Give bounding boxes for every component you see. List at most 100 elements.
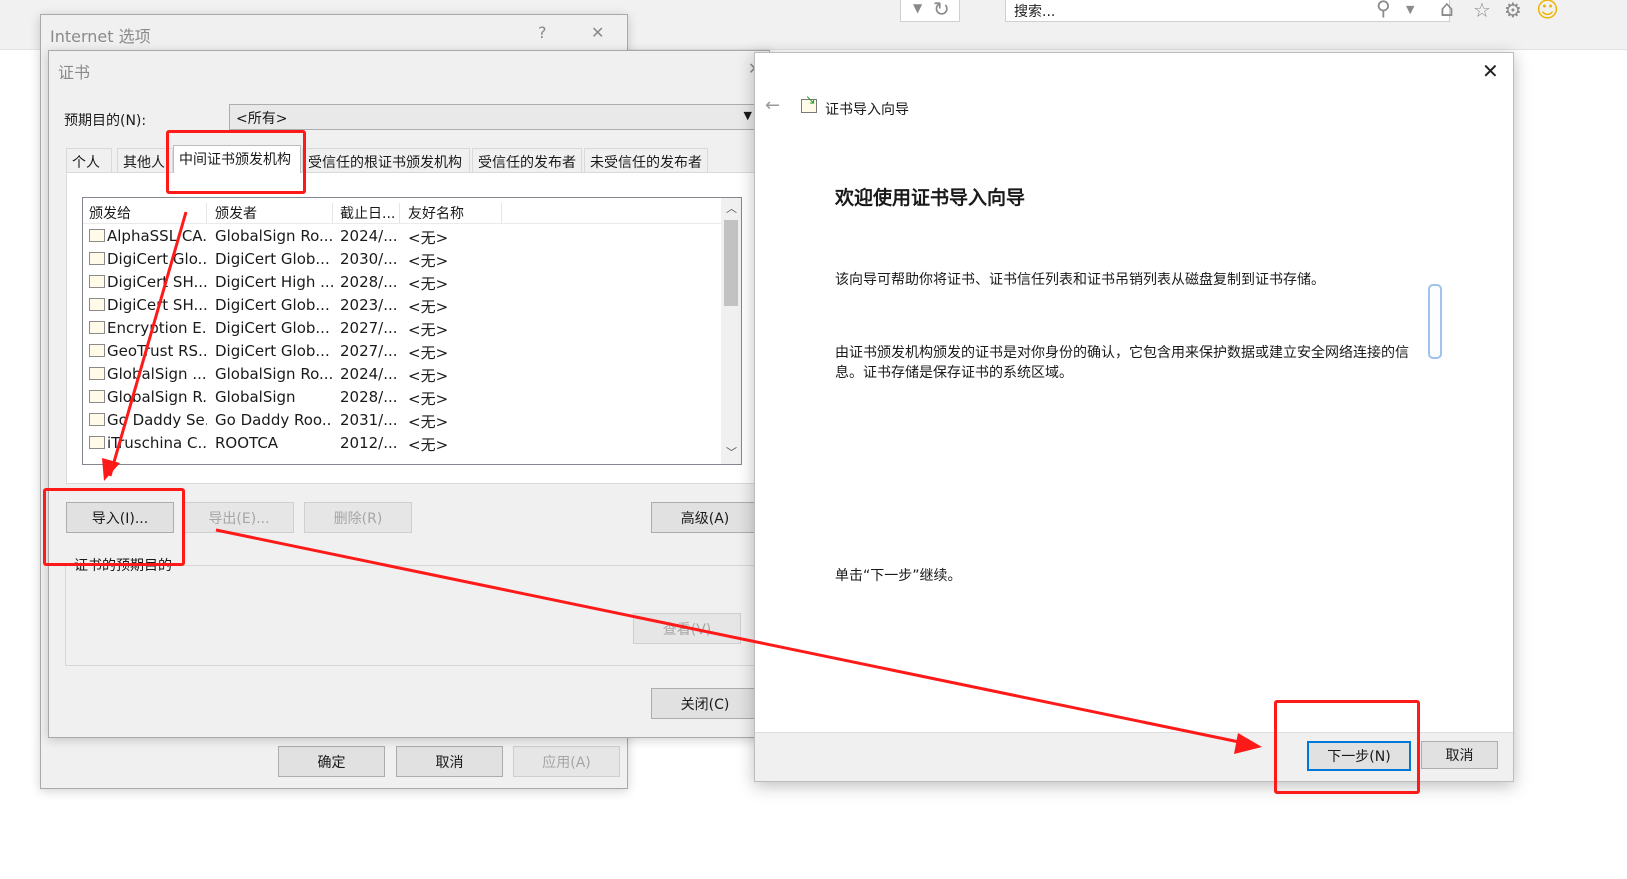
cell-text: <无> — [408, 367, 449, 385]
remove-button[interactable]: 删除(R) — [304, 502, 412, 533]
address-bar-end[interactable]: ▼ ↻ — [900, 0, 960, 22]
internet-options-close-button[interactable]: ✕ — [591, 23, 604, 42]
help-button[interactable]: ? — [538, 23, 547, 42]
cell-text: 2023/... — [340, 296, 398, 314]
cell-friendly-name: <无> — [408, 319, 502, 340]
cell-text: <无> — [408, 298, 449, 316]
cell-issued-to: iTruschina C... — [89, 434, 207, 452]
export-button[interactable]: 导出(E)... — [184, 502, 294, 533]
wizard-paragraph-1: 该向导可帮助你将证书、证书信任列表和证书吊销列表从磁盘复制到证书存储。 — [835, 272, 1325, 288]
import-wizard-window: ✕ ← ↘ 证书导入向导 欢迎使用证书导入向导 该向导可帮助你将证书、证书信任列… — [754, 52, 1514, 782]
tab-intermediate-ca[interactable]: 中间证书颁发机构 — [173, 145, 301, 173]
apply-button[interactable]: 应用(A) — [513, 746, 620, 777]
wizard-paragraph-3: 单击“下一步”继续。 — [835, 568, 962, 584]
cell-text: <无> — [408, 275, 449, 293]
cell-text: 2028/... — [340, 388, 398, 406]
view-button[interactable]: 查看(V) — [633, 613, 741, 644]
cell-friendly-name: <无> — [408, 227, 502, 248]
tab-other-people[interactable]: 其他人 — [117, 148, 173, 172]
cell-issued-to: DigiCert SH... — [89, 273, 207, 291]
scrollbar-thumb[interactable] — [724, 220, 738, 306]
table-row[interactable]: GlobalSign R... GlobalSign 2028/... <无> — [83, 387, 721, 410]
scroll-down-icon[interactable]: ﹀ — [726, 444, 737, 460]
table-row[interactable]: AlphaSSL CA... GlobalSign Ro... 2024/... <无… — [83, 226, 721, 249]
cell-text: 2030/... — [340, 250, 398, 268]
column-issued-by[interactable]: 颁发者 — [215, 203, 333, 223]
smiley-icon[interactable]: ☺ — [1536, 0, 1559, 23]
table-row[interactable]: Go Daddy Se... Go Daddy Roo... 2031/... <无> — [83, 410, 721, 433]
list-scrollbar[interactable]: ︿ ﹀ — [721, 198, 741, 464]
wizard-scrollbar[interactable] — [1428, 284, 1442, 359]
dropdown-icon[interactable]: ▼ — [913, 0, 922, 18]
home-icon[interactable]: ⌂ — [1440, 0, 1454, 21]
cell-text: <无> — [408, 252, 449, 270]
certificate-icon — [89, 436, 105, 449]
column-issued-to[interactable]: 颁发给 — [89, 203, 207, 223]
cell-text: DigiCert Glob... — [215, 250, 330, 268]
table-row[interactable]: DigiCert SH... DigiCert High ... 2028/... <… — [83, 272, 721, 295]
cell-issued-to: AlphaSSL CA... — [89, 227, 207, 245]
cell-text: DigiCert Glo... — [107, 250, 207, 268]
cell-issued-to: DigiCert Glo... — [89, 250, 207, 268]
tab-trusted-root-ca[interactable]: 受信任的根证书颁发机构 — [302, 148, 470, 172]
cell-text: DigiCert Glob... — [215, 319, 330, 337]
cell-text: DigiCert Glob... — [215, 296, 330, 314]
scroll-up-icon[interactable]: ︿ — [726, 200, 737, 216]
certificate-list[interactable]: 颁发给 颁发者 截止日... 友好名称 AlphaSSL CA... Global… — [82, 197, 742, 465]
annotation-box-next — [1274, 700, 1420, 794]
table-row[interactable]: GlobalSign ... GlobalSign Ro... 2024/... <无… — [83, 364, 721, 387]
cell-expiration: 2027/... — [340, 342, 400, 360]
purpose-select[interactable]: <所有> ▼ — [229, 104, 759, 130]
cell-issued-by: DigiCert Glob... — [215, 250, 333, 268]
advanced-button[interactable]: 高级(A) — [651, 502, 759, 533]
tab-personal[interactable]: 个人 — [66, 148, 112, 172]
table-row[interactable]: Encryption E... DigiCert Glob... 2027/... <… — [83, 318, 721, 341]
certificate-icon — [89, 252, 105, 265]
cell-friendly-name: <无> — [408, 365, 502, 386]
table-row[interactable]: GeoTrust RS... DigiCert Glob... 2027/... <无… — [83, 341, 721, 364]
wizard-back-icon[interactable]: ← — [765, 95, 780, 116]
list-header: 颁发给 颁发者 截止日... 友好名称 — [83, 198, 721, 224]
table-row[interactable]: DigiCert SH... DigiCert Glob... 2023/... <无… — [83, 295, 721, 318]
cell-issued-to: GeoTrust RS... — [89, 342, 207, 360]
cell-text: Encryption E... — [107, 319, 207, 337]
wizard-close-icon[interactable]: ✕ — [1482, 59, 1499, 83]
certificates-title: 证书 — [58, 63, 91, 82]
cell-text: Go Daddy Roo... — [215, 411, 333, 429]
certificate-icon — [89, 321, 105, 334]
tab-trusted-publishers[interactable]: 受信任的发布者 — [472, 148, 582, 172]
certificate-icon — [89, 275, 105, 288]
internet-options-title: Internet 选项 — [50, 27, 151, 46]
column-expiration[interactable]: 截止日... — [340, 203, 400, 223]
internet-options-cancel-button[interactable]: 取消 — [396, 746, 503, 777]
cell-text: AlphaSSL CA... — [107, 227, 207, 245]
refresh-icon[interactable]: ↻ — [933, 0, 950, 19]
cell-issued-by: DigiCert Glob... — [215, 342, 333, 360]
cell-text: 2028/... — [340, 273, 398, 291]
table-row[interactable]: DigiCert Glo... DigiCert Glob... 2030/... <… — [83, 249, 721, 272]
cell-text: 2024/... — [340, 227, 398, 245]
tab-untrusted-publishers[interactable]: 未受信任的发布者 — [584, 148, 708, 172]
cell-text: iTruschina C... — [107, 434, 207, 452]
certificate-icon — [89, 229, 105, 242]
cell-text: 2031/... — [340, 411, 398, 429]
cell-text: GlobalSign Ro... — [215, 227, 333, 245]
column-friendly-name[interactable]: 友好名称 — [408, 203, 502, 223]
cell-text: ROOTCA — [215, 434, 279, 452]
table-row[interactable]: iTruschina C... ROOTCA 2012/... <无> — [83, 433, 721, 456]
search-icon[interactable]: ⚲ — [1376, 0, 1391, 18]
cell-text: GlobalSign — [215, 388, 296, 406]
search-input[interactable]: 搜索... ⚲ ▼ — [1005, 0, 1450, 22]
certificate-icon — [89, 413, 105, 426]
search-dropdown-icon[interactable]: ▼ — [1406, 0, 1414, 20]
ok-button[interactable]: 确定 — [278, 746, 385, 777]
certificates-close-button[interactable]: 关闭(C) — [651, 688, 759, 719]
cell-friendly-name: <无> — [408, 342, 502, 363]
cell-issued-by: DigiCert Glob... — [215, 296, 333, 314]
cell-text: <无> — [408, 413, 449, 431]
certificate-icon — [89, 298, 105, 311]
cell-issued-by: GlobalSign Ro... — [215, 365, 333, 383]
settings-gear-icon[interactable]: ⚙ — [1504, 0, 1522, 20]
favorites-star-icon[interactable]: ☆ — [1473, 0, 1491, 20]
wizard-cancel-button[interactable]: 取消 — [1421, 741, 1498, 769]
